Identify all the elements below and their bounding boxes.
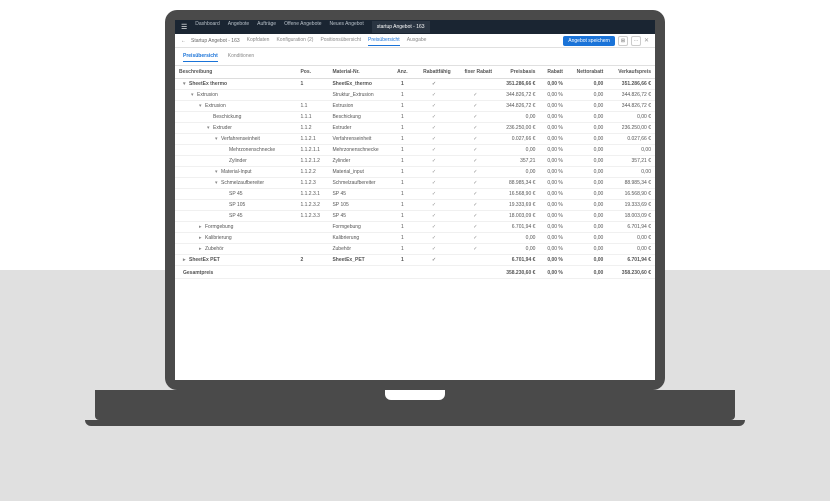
back-icon[interactable]: ← [181,38,186,44]
col-header: fixer Rabatt [455,66,496,79]
tab-ausgabe[interactable]: Ausgabe [407,35,427,46]
expand-icon[interactable]: ▾ [191,92,197,98]
nav-aufträge[interactable]: Aufträge [257,21,276,33]
maintab-konditionen[interactable]: Konditionen [228,51,254,62]
expand-icon[interactable]: ▾ [215,136,221,142]
table-row[interactable]: ▾ExtrusionStruktur_Extrusion1✓✓344.826,7… [175,90,655,101]
nav-dashboard[interactable]: Dashboard [195,21,219,33]
col-header: Nettorabatt [567,66,607,79]
table-row[interactable]: ▾Extrusion1.1Extrusion1✓✓344.826,72 €0,0… [175,101,655,112]
nav-offene-angebote[interactable]: Offene Angebote [284,21,321,33]
col-header: Rabattfähig [413,66,454,79]
table-row[interactable]: Beschickung1.1.1Beschickung1✓✓0,000,00 %… [175,112,655,123]
main-tabs: Preisübersicht Konditionen [175,48,655,66]
expand-icon[interactable]: ▾ [183,81,189,87]
tab-preisübersicht[interactable]: Preisübersicht [368,35,400,46]
nav-neues-angebot[interactable]: Neues Angebot [330,21,364,33]
top-nav: ☰ Dashboard Angebote Aufträge Offene Angebo… [175,20,655,34]
col-header: Pos. [296,66,328,79]
col-header: Beschreibung [175,66,296,79]
expand-icon[interactable]: ▸ [199,246,205,252]
sub-nav: ← Startup Angebot - 163 Kopfdaten Konfigu… [175,34,655,48]
nav-angebote[interactable]: Angebote [228,21,249,33]
table-row[interactable]: ▾Material-Input1.1.2.2Material_input1✓✓0… [175,167,655,178]
table-row[interactable]: ▾Extruder1.1.2Extruder1✓✓236.250,00 €0,0… [175,123,655,134]
table-row[interactable]: Mehrzonenschnecke1.1.2.1.1Mehrzonenschne… [175,145,655,156]
table-row[interactable]: SP 1051.1.2.3.2SP 1051✓✓19.333,69 €0,00 … [175,200,655,211]
menu-icon[interactable]: ☰ [181,23,187,31]
table-row[interactable]: ▾Schmelzaufbereiter1.1.2.3Schmelzaufbere… [175,178,655,189]
col-header: Verkaufspreis [607,66,655,79]
col-header: Rabatt [539,66,566,79]
price-table: BeschreibungPos.Material-Nr.Anz.Rabattfä… [175,66,655,279]
table-row[interactable]: Zylinder1.1.2.1.2Zylinder1✓✓357,210,00 %… [175,156,655,167]
tab-kopfdaten[interactable]: Kopfdaten [247,35,270,46]
expand-icon[interactable]: ▸ [199,224,205,230]
app-screen: ☰ Dashboard Angebote Aufträge Offene Angebo… [175,20,655,380]
col-header: Preisbasis [496,66,539,79]
expand-icon[interactable]: ▾ [199,103,205,109]
table-row[interactable]: ▾SheetEx thermo1SheetEx_thermo1✓351.286,… [175,79,655,90]
layout-icon[interactable]: ⊞ [618,36,628,46]
close-icon[interactable]: ✕ [644,37,649,44]
table-row[interactable]: ▸KalibrierungKalibrierung1✓✓0,000,00 %0,… [175,233,655,244]
breadcrumb: Startup Angebot - 163 [191,38,240,44]
expand-icon[interactable]: ▾ [215,180,221,186]
nav-startup-angebot---163[interactable]: startup Angebot - 163 [372,21,430,33]
expand-icon[interactable]: ▾ [207,125,213,131]
total-row: Gesamtpreis358.230,60 €0,00 %0,00358.230… [175,266,655,279]
table-row[interactable]: ▸ZubehörZubehör1✓✓0,000,00 %0,000,00 € [175,244,655,255]
col-header: Anz. [392,66,414,79]
table-row[interactable]: SP 451.1.2.3.1SP 451✓✓16.568,90 €0,00 %0… [175,189,655,200]
tab-konfiguration (2)[interactable]: Konfiguration (2) [276,35,313,46]
tab-positionsübersicht[interactable]: Positionsübersicht [320,35,361,46]
expand-icon[interactable]: ▸ [199,235,205,241]
table-row[interactable]: ▾Verfahrenseinheit1.1.2.1Verfahrenseinhe… [175,134,655,145]
expand-icon[interactable]: ▸ [183,257,189,263]
more-icon[interactable]: ⋯ [631,36,641,46]
expand-icon[interactable]: ▾ [215,169,221,175]
table-row[interactable]: ▸SheetEx PET2SheetEx_PET1✓6.701,94 €0,00… [175,255,655,266]
table-row[interactable]: ▸FormgebungFormgebung1✓✓6.701,94 €0,00 %… [175,222,655,233]
col-header: Material-Nr. [328,66,391,79]
table-row[interactable]: SP 451.1.2.3.3SP 451✓✓18.003,09 €0,00 %0… [175,211,655,222]
maintab-preisübersicht[interactable]: Preisübersicht [183,51,218,62]
save-button[interactable]: Angebot speichern [563,36,615,46]
